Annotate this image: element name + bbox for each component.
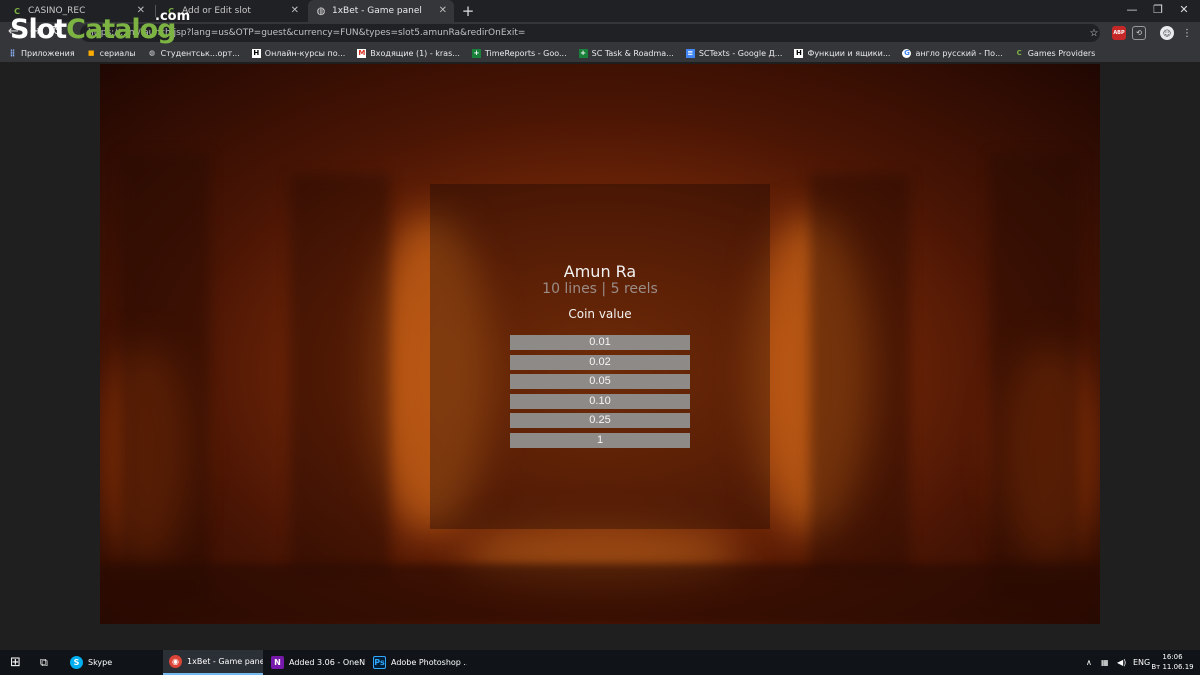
- system-clock[interactable]: 16:06 Вт 11.06.19: [1150, 652, 1195, 672]
- network-icon[interactable]: ▦: [1101, 650, 1109, 675]
- menu-dots-icon[interactable]: ⋮: [1180, 26, 1194, 40]
- coin-value-button[interactable]: 0.05: [510, 374, 690, 389]
- tab-game-panel[interactable]: ◍ 1xBet - Game panel ✕: [308, 0, 454, 22]
- windows-taskbar: ⊞ ⧉ S Skype ◉ 1xBet - Game panel... N Ad…: [0, 650, 1200, 675]
- taskbar-item-photoshop[interactable]: Ps Adobe Photoshop ...: [367, 650, 467, 675]
- bookmark-label: Приложения: [21, 48, 75, 58]
- game-title: Amun Ra: [563, 262, 637, 281]
- bookmark-label: SCTexts - Google Д...: [698, 48, 783, 58]
- window-close-icon[interactable]: ✕: [1176, 3, 1192, 16]
- bookmark-label: TimeReports - Goo...: [484, 48, 567, 58]
- bookmark-item[interactable]: H Функции и ящики...: [794, 48, 891, 58]
- chrome-icon: ◉: [169, 655, 182, 668]
- bookmark-apps[interactable]: ⣿ Приложения: [8, 49, 75, 58]
- coin-value-button[interactable]: 0.01: [510, 335, 690, 350]
- bookmark-folder[interactable]: ■ сериалы: [87, 49, 136, 58]
- bookmark-star-icon[interactable]: ☆: [1087, 26, 1101, 40]
- gmail-icon: M: [357, 48, 367, 58]
- bookmark-label: Games Providers: [1027, 48, 1096, 58]
- bookmark-item[interactable]: + TimeReports - Goo...: [471, 48, 567, 58]
- apps-icon: ⣿: [9, 49, 16, 57]
- coin-value-label: Coin value: [568, 307, 632, 321]
- docs-icon: ≡: [685, 48, 695, 58]
- taskbar-item-onenote[interactable]: N Added 3.06 - OneN...: [265, 650, 365, 675]
- onenote-icon: N: [271, 656, 284, 669]
- bookmark-label: Функции и ящики...: [807, 48, 891, 58]
- bookmark-item[interactable]: Gангло русский - По...: [902, 48, 1003, 58]
- bookmark-label: Онлайн-курсы по...: [264, 48, 346, 58]
- google-icon: G: [902, 48, 912, 58]
- folder-icon: ■: [87, 49, 95, 57]
- tab-label: 1xBet - Game panel: [332, 6, 422, 16]
- close-icon[interactable]: ✕: [291, 5, 299, 16]
- coin-value-menu: Amun Ra 10 lines | 5 reels Coin value 0.…: [100, 62, 1100, 622]
- bookmark-item[interactable]: + SC Task & Roadma...: [578, 48, 674, 58]
- skype-icon: S: [70, 656, 83, 669]
- slotcatalog-watermark-logo: SlotCatalog: [10, 14, 176, 45]
- page-icon: H: [794, 48, 804, 58]
- watermark-slot-text: Slot: [10, 14, 67, 45]
- bookmark-label: Студентськ...орт...: [160, 48, 240, 58]
- coin-value-button[interactable]: 1: [510, 432, 690, 448]
- bookmark-item[interactable]: H Онлайн-курсы по...: [251, 48, 346, 58]
- casino-favicon-icon: C: [1016, 49, 1022, 57]
- bookmark-label: SC Task & Roadma...: [591, 48, 674, 58]
- coin-value-list: 0.01 0.02 0.05 0.10 0.25 1: [510, 335, 690, 452]
- globe-icon: ◍: [316, 5, 326, 17]
- tray-chevron-icon[interactable]: ∧: [1086, 650, 1092, 675]
- minimize-icon[interactable]: —: [1124, 3, 1140, 16]
- task-view-icon[interactable]: ⧉: [34, 650, 62, 675]
- bookmark-label: Входящие (1) - kras...: [370, 48, 460, 58]
- game-subtitle: 10 lines | 5 reels: [542, 281, 658, 297]
- taskbar-item-label: Added 3.06 - OneN...: [289, 658, 365, 667]
- clock-date: Вт 11.06.19: [1151, 663, 1194, 671]
- sheets-icon: +: [471, 48, 481, 58]
- bookmark-item[interactable]: ◍ Студентськ...орт...: [148, 49, 240, 58]
- coin-value-button[interactable]: 0.10: [510, 393, 690, 409]
- close-icon[interactable]: ✕: [439, 5, 447, 16]
- windows-start-icon[interactable]: ⊞: [4, 650, 32, 675]
- taskbar-item-skype[interactable]: S Skype: [64, 650, 160, 675]
- bookmark-label: англо русский - По...: [915, 48, 1003, 58]
- bookmark-item[interactable]: M Входящие (1) - kras...: [357, 48, 460, 58]
- adblock-icon[interactable]: ABP: [1112, 26, 1126, 40]
- coin-value-button[interactable]: 0.02: [510, 354, 690, 370]
- taskbar-item-label: Adobe Photoshop ...: [391, 658, 467, 667]
- globe-icon: ◍: [149, 49, 156, 57]
- taskbar-item-chrome[interactable]: ◉ 1xBet - Game panel...: [163, 650, 263, 675]
- sheets-icon: +: [578, 48, 588, 58]
- address-bar[interactable]: https://...m/launch.jsp?lang=us&OTP=gues…: [80, 24, 1100, 42]
- volume-icon[interactable]: ◀): [1117, 650, 1126, 675]
- taskbar-item-label: Skype: [88, 658, 113, 667]
- tab-label: Add or Edit slot: [182, 6, 251, 16]
- bookmark-item[interactable]: ≡ SCTexts - Google Д...: [685, 48, 783, 58]
- restore-icon[interactable]: ❐: [1150, 3, 1166, 16]
- page-icon: H: [251, 48, 261, 58]
- clock-time: 16:06: [1162, 653, 1183, 661]
- bookmark-item[interactable]: C Games Providers: [1015, 49, 1096, 58]
- extension-icon[interactable]: ⟲: [1132, 26, 1146, 40]
- input-language[interactable]: ENG: [1133, 650, 1150, 675]
- taskbar-item-label: 1xBet - Game panel...: [187, 657, 263, 666]
- new-tab-button[interactable]: +: [460, 2, 476, 20]
- bookmark-label: сериалы: [99, 48, 136, 58]
- coin-value-button[interactable]: 0.25: [510, 413, 690, 428]
- browser-toolbar: ← → ↻ https://...m/launch.jsp?lang=us&OT…: [0, 22, 1200, 44]
- bookmarks-bar: ⣿ Приложения ■ сериалы ◍ Студентськ...орт..…: [0, 44, 1200, 62]
- photoshop-icon: Ps: [373, 656, 386, 669]
- profile-avatar[interactable]: ☺: [1160, 26, 1174, 40]
- browser-viewport: Amun Ra 10 lines | 5 reels Coin value 0.…: [0, 62, 1200, 650]
- watermark-com-text: .com: [155, 9, 191, 24]
